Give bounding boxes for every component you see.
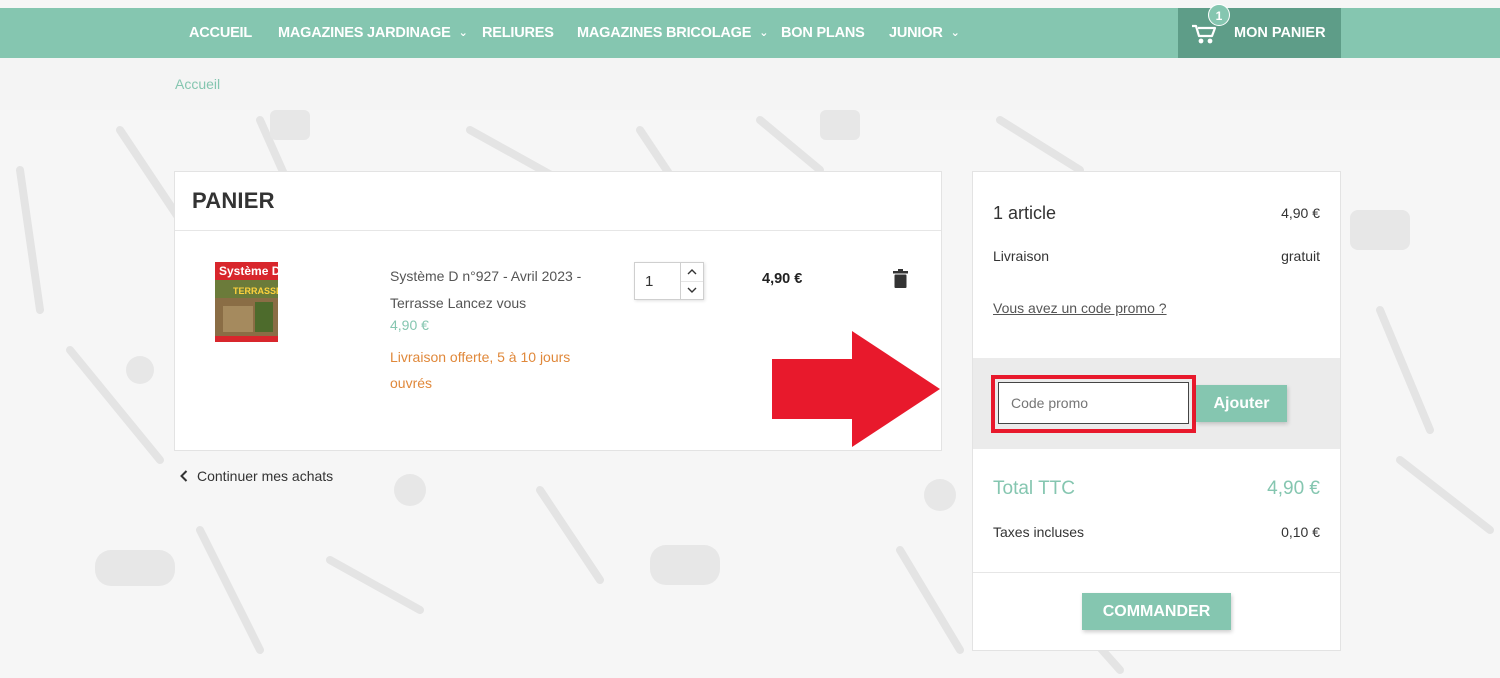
- continue-shopping-link[interactable]: Continuer mes achats: [180, 468, 333, 484]
- chevron-up-icon: [687, 269, 697, 275]
- tax-label: Taxes incluses: [993, 524, 1085, 540]
- product-shipping-note: Livraison offerte, 5 à 10 jours ouvrés: [390, 349, 571, 391]
- commander-button[interactable]: COMMANDER: [1082, 593, 1231, 630]
- thumbnail-title: Système D: [219, 264, 278, 278]
- thumbnail-headline: TERRASSE: [233, 286, 278, 296]
- quantity-stepper: [634, 262, 704, 300]
- nav-item-reliures[interactable]: RELIURES: [482, 8, 554, 58]
- nav-item-bon-plans[interactable]: BON PLANS: [781, 8, 865, 58]
- article-count-label: 1 article: [993, 203, 1057, 223]
- nav-item-junior[interactable]: JUNIOR ⌄: [889, 8, 960, 58]
- remove-item-button[interactable]: [893, 269, 908, 293]
- page-title: PANIER: [192, 188, 275, 213]
- main-nav: ACCUEIL MAGAZINES JARDINAGE ⌄ RELIURES MA…: [0, 4, 1500, 58]
- promo-code-link[interactable]: Vous avez un code promo ?: [993, 300, 1167, 316]
- order-summary: 1 article 4,90 € Livraison gratuit Vous …: [972, 171, 1341, 651]
- tax-value: 0,10 €: [1281, 524, 1320, 540]
- wheelbarrow-cart-icon: [1190, 21, 1218, 50]
- annotation-arrow-icon: [772, 331, 942, 452]
- line-total: 4,90 €: [762, 271, 803, 287]
- nav-item-magazines-bricolage[interactable]: MAGAZINES BRICOLAGE ⌄: [577, 8, 768, 58]
- shipping-value: gratuit: [1281, 248, 1320, 264]
- nav-item-accueil[interactable]: ACCUEIL: [189, 8, 252, 58]
- trash-icon: [893, 269, 908, 288]
- nav-item-magazines-jardinage[interactable]: MAGAZINES JARDINAGE ⌄: [278, 8, 468, 58]
- quantity-increase-button[interactable]: [680, 263, 703, 282]
- cart-label: MON PANIER: [1234, 25, 1326, 41]
- breadcrumb: Accueil: [0, 58, 1500, 110]
- continue-shopping-label: Continuer mes achats: [197, 468, 334, 484]
- divider: [175, 230, 941, 231]
- promo-code-input[interactable]: [998, 382, 1189, 424]
- mon-panier-button[interactable]: 1 MON PANIER: [1178, 4, 1341, 58]
- total-label: Total TTC: [993, 478, 1076, 499]
- divider: [973, 572, 1340, 573]
- breadcrumb-home-link[interactable]: Accueil: [175, 76, 220, 92]
- total-value: 4,90 €: [1267, 478, 1320, 499]
- article-count-value: 4,90 €: [1281, 205, 1320, 221]
- quantity-input[interactable]: [635, 263, 681, 299]
- product-unit-price: 4,90 €: [390, 317, 429, 333]
- chevron-down-icon: ⌄: [950, 27, 960, 39]
- product-thumbnail[interactable]: Système D TERRASSE: [215, 262, 278, 342]
- shipping-label: Livraison: [993, 248, 1050, 264]
- quantity-decrease-button[interactable]: [680, 281, 703, 299]
- promo-code-section: Ajouter: [973, 358, 1340, 449]
- chevron-down-icon: ⌄: [458, 27, 468, 39]
- chevron-left-icon: [180, 470, 188, 482]
- product-name[interactable]: Système D n°927 - Avril 2023 - Terrasse …: [390, 263, 610, 317]
- chevron-down-icon: ⌄: [759, 27, 769, 39]
- cart-count-badge: 1: [1208, 4, 1230, 26]
- promo-add-button[interactable]: Ajouter: [1196, 385, 1287, 422]
- chevron-down-icon: [687, 287, 697, 293]
